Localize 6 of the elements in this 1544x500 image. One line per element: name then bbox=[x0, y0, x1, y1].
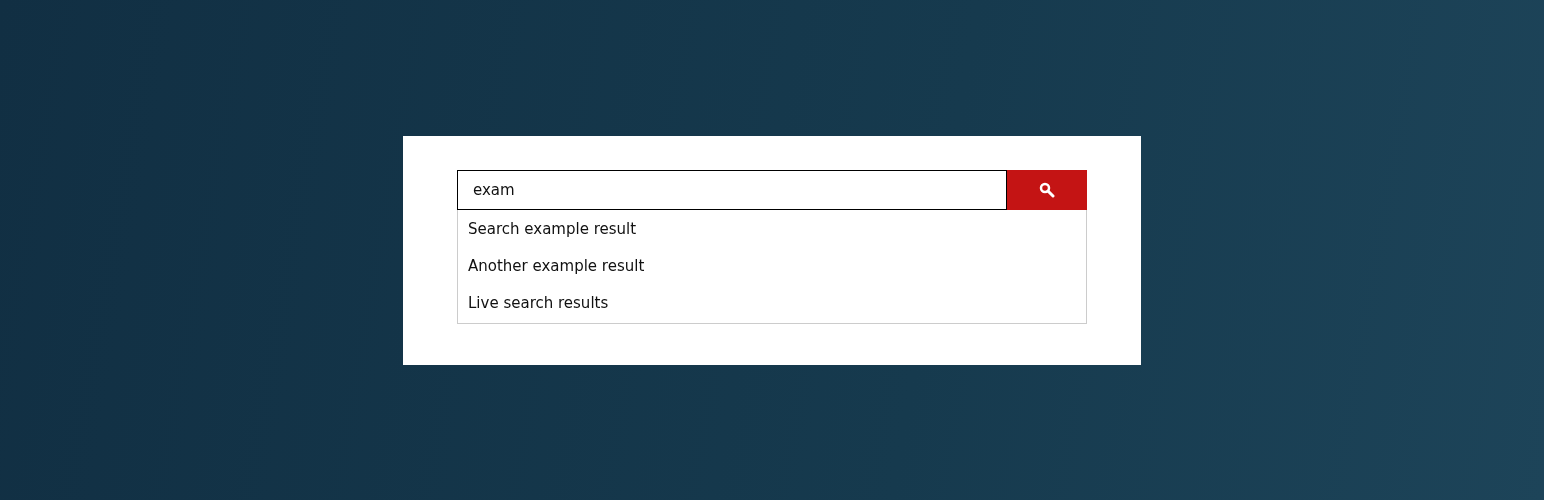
result-item[interactable]: Search example result bbox=[458, 210, 1086, 248]
result-item[interactable]: Live search results bbox=[458, 284, 1086, 322]
search-field[interactable]: exam bbox=[457, 169, 1007, 210]
result-item[interactable]: Another example result bbox=[458, 247, 1086, 285]
search-icon bbox=[1039, 181, 1055, 198]
search-button[interactable] bbox=[1007, 169, 1087, 210]
